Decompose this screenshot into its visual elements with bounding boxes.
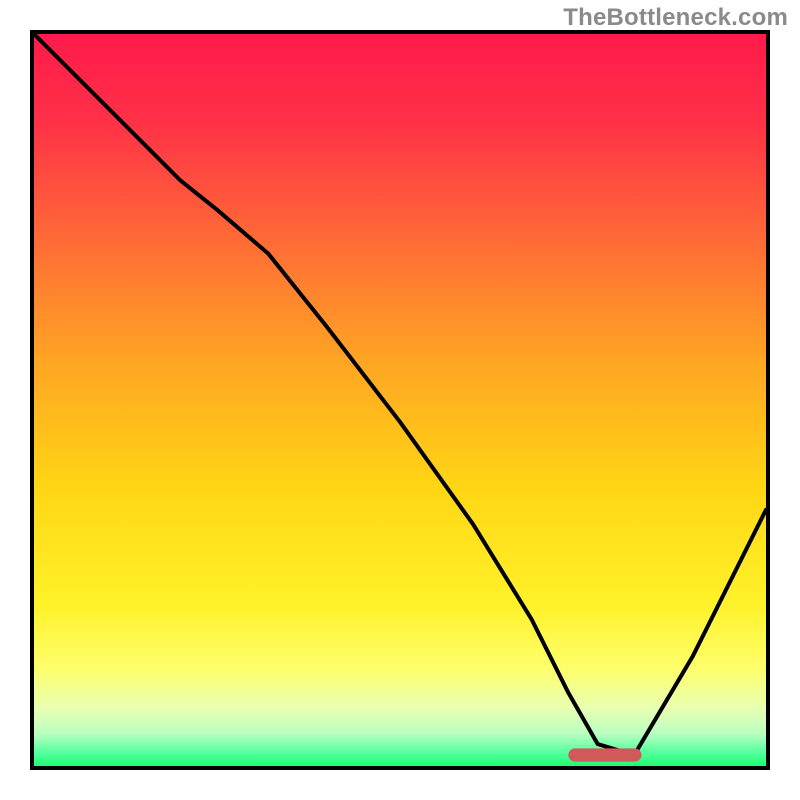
optimal-range-marker <box>34 34 766 766</box>
attribution-text: TheBottleneck.com <box>563 4 788 32</box>
chart-frame <box>30 30 770 770</box>
chart-plot-area <box>34 34 766 766</box>
